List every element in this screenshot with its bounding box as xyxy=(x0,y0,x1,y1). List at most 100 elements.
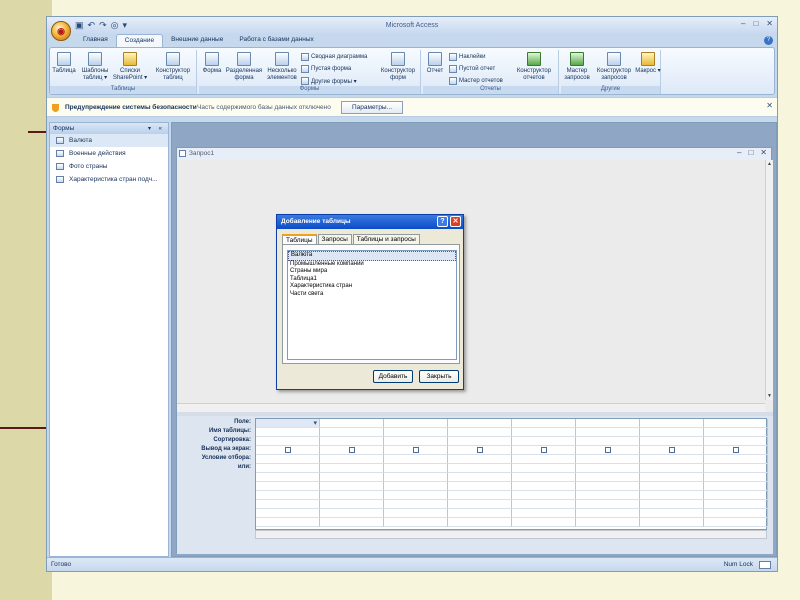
list-item[interactable]: Характеристика стран xyxy=(288,283,456,291)
table-designer-button[interactable]: Конструктор таблиц xyxy=(152,52,194,81)
scroll-up-icon[interactable]: ▲ xyxy=(766,160,773,168)
close-button[interactable]: ✕ xyxy=(766,19,773,28)
qbe-cell[interactable] xyxy=(512,518,576,527)
query-maximize-button[interactable]: □ xyxy=(748,148,753,157)
table-button[interactable]: Таблица xyxy=(52,52,76,75)
qbe-cell[interactable] xyxy=(384,428,448,437)
qbe-cell[interactable] xyxy=(512,419,576,428)
qbe-cell[interactable] xyxy=(704,509,768,518)
qbe-cell[interactable] xyxy=(384,509,448,518)
qbe-cell[interactable] xyxy=(512,482,576,491)
tab-database-tools[interactable]: Работа с базами данных xyxy=(231,34,321,48)
qbe-cell[interactable] xyxy=(576,455,640,464)
blank-form-button[interactable]: Пустая форма xyxy=(301,65,351,73)
qbe-cell[interactable]: ▾ xyxy=(256,419,320,428)
qbe-cell[interactable] xyxy=(704,491,768,500)
qbe-cell[interactable] xyxy=(320,518,384,527)
qbe-cell[interactable] xyxy=(704,500,768,509)
sharepoint-lists-button[interactable]: Списки SharePoint ▾ xyxy=(112,52,148,81)
qbe-cell[interactable] xyxy=(512,491,576,500)
nav-item-country-characteristics[interactable]: Характеристика стран подч... xyxy=(50,173,168,186)
qbe-cell[interactable] xyxy=(576,482,640,491)
qbe-cell[interactable] xyxy=(384,482,448,491)
qbe-cell[interactable] xyxy=(576,419,640,428)
qbe-cell[interactable] xyxy=(256,473,320,482)
qbe-cell[interactable] xyxy=(576,518,640,527)
view-icon[interactable] xyxy=(759,561,771,569)
office-button[interactable]: ◉ xyxy=(51,21,71,41)
qbe-cell[interactable] xyxy=(384,419,448,428)
tab-external-data[interactable]: Внешние данные xyxy=(163,34,231,48)
qbe-cell[interactable] xyxy=(320,437,384,446)
qbe-grid-horizontal-scrollbar[interactable] xyxy=(255,530,767,539)
qbe-cell[interactable] xyxy=(576,428,640,437)
qbe-cell[interactable] xyxy=(448,518,512,527)
qbe-cell[interactable] xyxy=(640,455,704,464)
qbe-grid[interactable]: ▾ xyxy=(255,418,768,530)
security-bar-close-icon[interactable]: ✕ xyxy=(766,101,773,110)
show-checkbox[interactable] xyxy=(477,447,483,453)
qbe-cell[interactable] xyxy=(384,464,448,473)
qbe-cell[interactable] xyxy=(512,455,576,464)
more-forms-button[interactable]: Другие формы ▾ xyxy=(301,77,357,85)
qbe-cell[interactable] xyxy=(320,419,384,428)
qbe-cell[interactable] xyxy=(704,473,768,482)
show-checkbox[interactable] xyxy=(669,447,675,453)
qbe-cell[interactable] xyxy=(256,464,320,473)
show-checkbox[interactable] xyxy=(349,447,355,453)
form-button[interactable]: Форма xyxy=(200,52,224,75)
qbe-cell[interactable] xyxy=(640,464,704,473)
qbe-cell[interactable] xyxy=(320,473,384,482)
show-checkbox[interactable] xyxy=(285,447,291,453)
table-pane-vertical-scrollbar[interactable]: ▲ ▼ xyxy=(765,160,773,400)
qbe-cell[interactable] xyxy=(576,500,640,509)
macro-button[interactable]: Макрос ▾ xyxy=(635,52,661,75)
qbe-cell[interactable] xyxy=(256,500,320,509)
field-dropdown-icon[interactable]: ▾ xyxy=(313,419,317,427)
pivot-chart-button[interactable]: Сводная диаграмма xyxy=(301,53,367,61)
qbe-cell[interactable] xyxy=(704,419,768,428)
show-checkbox[interactable] xyxy=(605,447,611,453)
qbe-cell[interactable] xyxy=(704,518,768,527)
qbe-cell[interactable] xyxy=(384,518,448,527)
qbe-cell[interactable] xyxy=(256,509,320,518)
qbe-cell[interactable] xyxy=(448,500,512,509)
qbe-cell[interactable] xyxy=(384,473,448,482)
qbe-cell[interactable] xyxy=(448,455,512,464)
add-button[interactable]: Добавить xyxy=(373,370,413,383)
nav-item-country-photo[interactable]: Фото страны xyxy=(50,160,168,173)
qbe-cell[interactable] xyxy=(256,491,320,500)
qbe-cell[interactable] xyxy=(256,437,320,446)
qbe-cell[interactable] xyxy=(640,491,704,500)
query-designer-button[interactable]: Конструктор запросов xyxy=(593,52,635,81)
list-item[interactable]: Страны мира xyxy=(288,268,456,276)
nav-pane-header[interactable]: Формы ▾ « xyxy=(50,123,168,134)
qbe-cell[interactable] xyxy=(640,419,704,428)
qbe-cell[interactable] xyxy=(448,482,512,491)
list-item[interactable]: Промышленные компании xyxy=(288,261,456,269)
qbe-cell[interactable] xyxy=(512,464,576,473)
show-checkbox[interactable] xyxy=(733,447,739,453)
query-close-button[interactable]: ✕ xyxy=(760,148,767,157)
qbe-cell[interactable] xyxy=(576,464,640,473)
query-wizard-button[interactable]: Мастер запросов xyxy=(562,52,592,81)
table-templates-button[interactable]: Шаблоны таблиц ▾ xyxy=(80,52,110,81)
qbe-cell[interactable] xyxy=(512,500,576,509)
qbe-cell[interactable] xyxy=(576,509,640,518)
close-dialog-button[interactable]: Закрыть xyxy=(419,370,459,383)
qbe-cell[interactable] xyxy=(448,473,512,482)
qbe-cell[interactable] xyxy=(448,428,512,437)
query-minimize-button[interactable]: – xyxy=(737,148,741,157)
qbe-cell[interactable] xyxy=(448,491,512,500)
qbe-cell[interactable] xyxy=(512,509,576,518)
maximize-button[interactable]: □ xyxy=(753,19,758,28)
list-item[interactable]: Валюта xyxy=(288,251,456,261)
qbe-cell[interactable] xyxy=(640,428,704,437)
dialog-close-icon[interactable]: ✕ xyxy=(450,216,461,227)
table-list[interactable]: Валюта Промышленные компании Страны мира… xyxy=(287,250,457,360)
scroll-down-icon[interactable]: ▼ xyxy=(766,392,773,400)
split-form-button[interactable]: Разделенная форма xyxy=(224,52,264,81)
qbe-cell[interactable] xyxy=(704,482,768,491)
nav-pane-controls[interactable]: ▾ « xyxy=(148,125,165,132)
security-options-button[interactable]: Параметры... xyxy=(341,101,403,114)
